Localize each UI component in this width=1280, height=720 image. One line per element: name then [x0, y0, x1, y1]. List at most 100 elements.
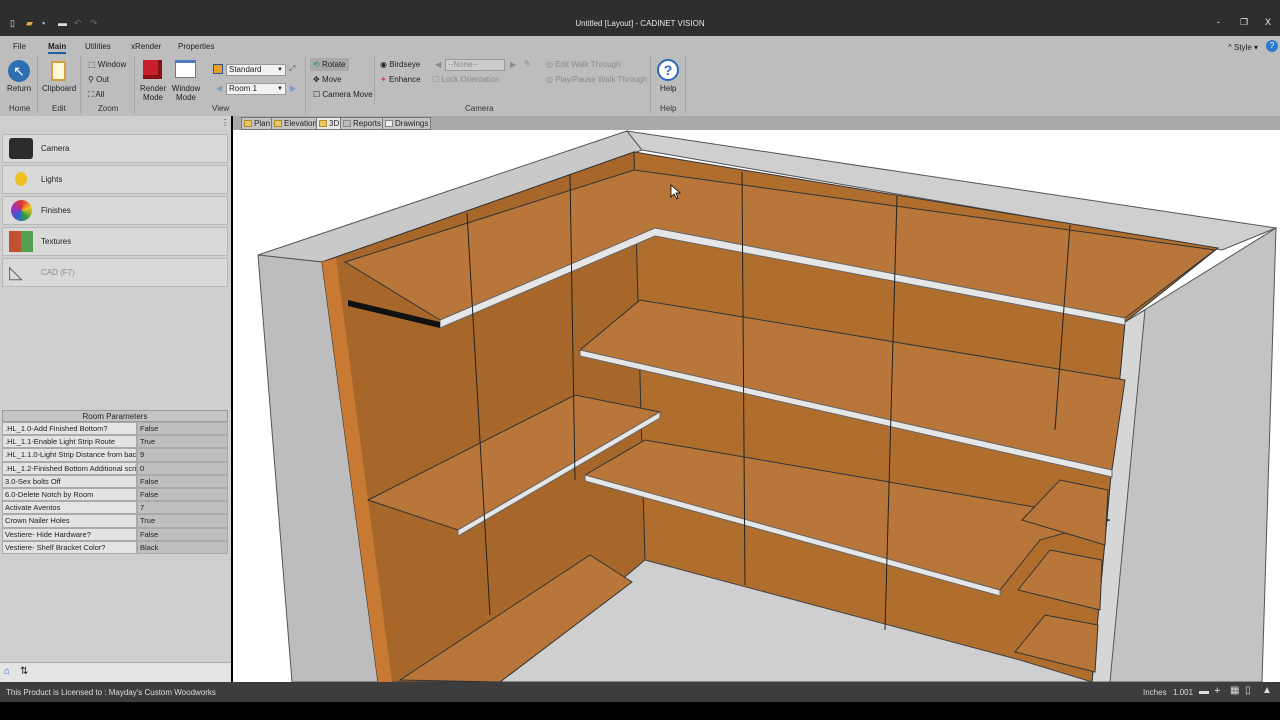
parameter-value[interactable]: True — [137, 514, 228, 528]
parameter-value[interactable]: 9 — [137, 448, 228, 462]
zoom-out-button[interactable]: ⚲ Out — [88, 75, 109, 84]
parameter-value[interactable]: False — [137, 474, 228, 488]
zoom-all-label: All — [95, 90, 105, 99]
clipboard-button[interactable]: Clipboard — [42, 84, 76, 93]
return-icon[interactable]: ↖ — [8, 60, 30, 82]
group-view-label: View — [212, 104, 230, 113]
panel-item-cad[interactable]: ◺ CAD (F7) — [2, 258, 228, 287]
window-mode-button[interactable]: Window Mode — [171, 84, 201, 102]
parameter-name: .HL_1.0-Add Finished Bottom? — [2, 422, 137, 436]
camera-select[interactable]: --None-- — [445, 59, 505, 71]
tab-drawings[interactable]: Drawings — [382, 117, 432, 130]
style-label: Style — [1233, 43, 1252, 52]
parameter-value[interactable]: Black — [137, 540, 228, 554]
parameter-name: Crown Nailer Holes — [2, 514, 137, 528]
room-select[interactable]: Room 1 ▼ — [226, 83, 286, 95]
camera-icon — [9, 138, 33, 159]
parameter-value[interactable]: False — [137, 422, 228, 436]
ortho-icon[interactable]: ▯ — [1245, 685, 1251, 696]
units-label: Inches — [1143, 688, 1167, 697]
parameter-value[interactable]: 7 — [137, 501, 228, 515]
style-edit-icon[interactable]: ⤢ — [289, 64, 295, 74]
parameter-row[interactable]: Activate Aventos 7 — [2, 501, 228, 515]
prev-camera-icon[interactable]: ◀ — [435, 60, 441, 69]
edit-walk-through-button[interactable]: ◎ Edit Walk Through — [546, 60, 621, 69]
tab-3d[interactable]: 3D — [316, 117, 343, 130]
enhance-button[interactable]: ✦ Enhance — [380, 75, 421, 84]
parameter-row[interactable]: .HL_1.1-Enable Light Strip Route True — [2, 435, 228, 449]
return-button[interactable]: Return — [7, 84, 31, 93]
parameter-row[interactable]: .HL_1.2-Finished Bottom Additional scrib… — [2, 461, 228, 475]
camera-move-checkbox[interactable]: ☐ Camera Move — [313, 90, 373, 99]
parameter-value[interactable]: True — [137, 435, 228, 449]
rotate-button[interactable]: ⟲ Rotate — [310, 58, 349, 71]
status-bar: This Product is Licensed to : Mayday's C… — [0, 682, 1280, 702]
grid-icon[interactable]: ▦ — [1230, 685, 1239, 696]
window-mode-icon[interactable] — [175, 60, 196, 78]
restore-button[interactable]: ❐ — [1240, 17, 1248, 28]
parameter-value[interactable]: False — [137, 527, 228, 541]
lights-label: Lights — [41, 175, 63, 184]
style-select[interactable]: Standard ▼ — [226, 64, 286, 76]
zoom-window-label: Window — [97, 60, 127, 69]
next-room-icon[interactable]: ▶ — [290, 84, 296, 93]
panel-item-textures[interactable]: Textures — [2, 227, 228, 256]
closet-3d-render[interactable] — [233, 130, 1280, 683]
tab-file[interactable]: File — [13, 42, 26, 51]
clipboard-icon[interactable] — [51, 61, 66, 81]
panel-grip-icon[interactable]: ⋮ — [221, 118, 229, 127]
panel-item-lights[interactable]: Lights — [2, 165, 228, 194]
group-home-label: Home — [9, 104, 31, 113]
close-button[interactable]: X — [1265, 17, 1271, 27]
tab-properties[interactable]: Properties — [178, 42, 214, 51]
panel-item-camera[interactable]: Camera — [2, 134, 228, 163]
parameter-row[interactable]: Vestiere- Shelf Bracket Color? Black — [2, 540, 228, 554]
angle-icon[interactable]: ▲ — [1262, 685, 1272, 696]
help-small-icon[interactable]: ? — [1266, 40, 1278, 52]
tab-elevation[interactable]: Elevation — [271, 117, 320, 130]
help-button[interactable]: Help — [660, 84, 676, 93]
parameter-row[interactable]: Vestiere- Hide Hardware? False — [2, 527, 228, 541]
sort-icon[interactable]: ⇅ — [20, 666, 28, 677]
next-camera-icon[interactable]: ▶ — [510, 60, 516, 69]
parameter-row[interactable]: .HL_1.0-Add Finished Bottom? False — [2, 422, 228, 436]
prev-room-icon[interactable]: ◀ — [216, 84, 222, 93]
parameter-value[interactable]: 0 — [137, 461, 228, 475]
zoom-all-button[interactable]: ⛶ All — [88, 90, 104, 100]
parameter-value[interactable]: False — [137, 487, 228, 502]
tab-plan[interactable]: Plan — [241, 117, 274, 130]
parameter-row[interactable]: .HL_1.1.0-Light Strip Distance from back… — [2, 448, 228, 462]
help-icon[interactable]: ? — [657, 59, 679, 81]
group-camera-label: Camera — [465, 104, 494, 113]
edit-walk-label: Edit Walk Through — [555, 60, 621, 69]
left-panel: ⋮ Camera Lights Finishes Textures ◺ CAD (… — [0, 116, 231, 682]
camera-edit-icon[interactable]: ✎ — [524, 59, 531, 68]
lock-orientation-checkbox[interactable]: ☐ Lock Orientation — [432, 75, 500, 84]
render-mode-icon[interactable] — [143, 60, 162, 79]
tab-main[interactable]: Main — [48, 42, 67, 54]
birdseye-button[interactable]: ◉ Birdseye — [380, 60, 420, 69]
tab-utilities[interactable]: Utilities — [85, 42, 111, 51]
parameter-name: 3.0-Sex bolts Off — [2, 474, 137, 488]
3d-viewport[interactable] — [233, 130, 1280, 683]
tab-xrender[interactable]: xRender — [131, 42, 161, 51]
window-title: Untitled [Layout] - CADINET VISION — [575, 19, 705, 28]
parameter-row[interactable]: Crown Nailer Holes True — [2, 514, 228, 528]
move-button[interactable]: ✥ Move — [313, 75, 342, 84]
panel-item-finishes[interactable]: Finishes — [2, 196, 228, 225]
snap-icon[interactable]: ▬ — [1199, 686, 1209, 697]
minimize-button[interactable]: - — [1217, 17, 1220, 27]
zoom-window-button[interactable]: ⬚ Window — [88, 60, 126, 69]
camera-select-value: --None-- — [448, 60, 478, 69]
parameter-row[interactable]: 3.0-Sex bolts Off False — [2, 474, 228, 488]
parameter-name: .HL_1.1.0-Light Strip Distance from back — [2, 448, 137, 462]
style-menu[interactable]: ^ Style ▾ — [1228, 43, 1258, 52]
home-view-icon[interactable]: ⌂ — [4, 666, 10, 677]
parameter-row[interactable]: 6.0-Delete Notch by Room False — [2, 487, 228, 502]
render-mode-button[interactable]: Render Mode — [140, 84, 166, 102]
tab-reports[interactable]: Reports — [340, 117, 385, 130]
divider — [80, 56, 81, 114]
play-walk-through-button[interactable]: ◎ Play/Pause Walk Through — [546, 75, 647, 84]
crosshair-icon[interactable]: + — [1214, 685, 1220, 697]
view-tabs: Plan Elevation 3D Reports Drawings — [233, 116, 1280, 130]
